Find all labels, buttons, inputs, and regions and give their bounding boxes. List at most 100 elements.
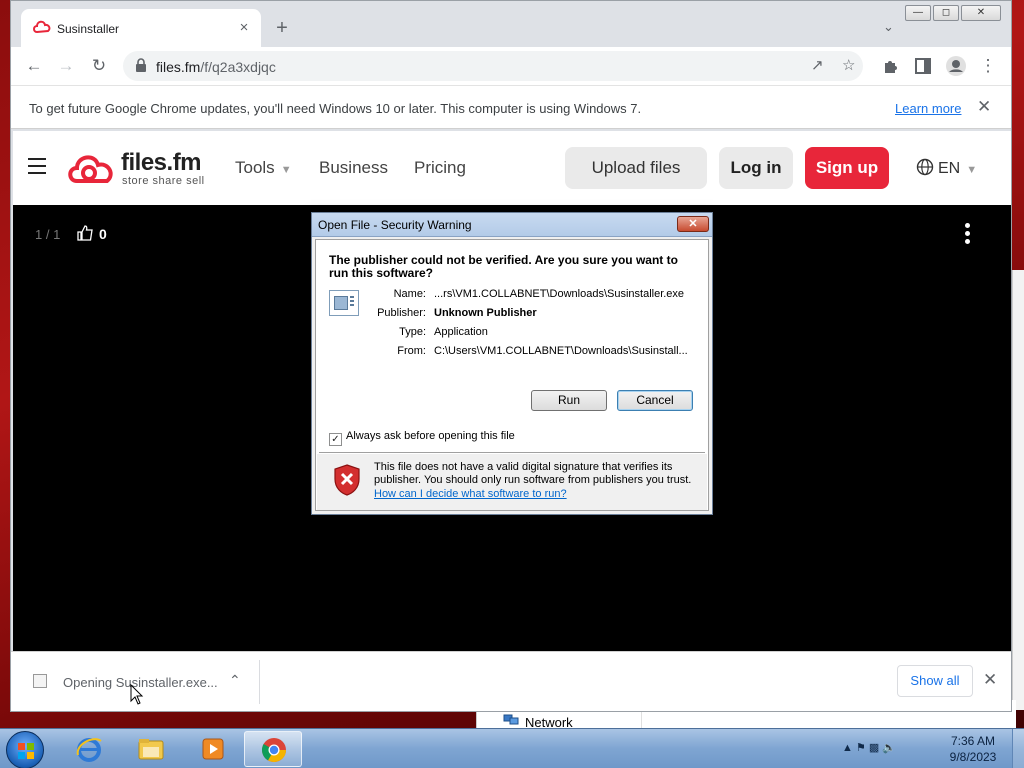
browser-toolbar: ← → ↻ files.fm/f/q2a3xdjqc ↗ ☆ ⋮ xyxy=(11,47,1011,85)
field-key: Type: xyxy=(399,326,426,338)
taskbar-internet-explorer[interactable] xyxy=(60,731,118,767)
always-ask-checkbox[interactable]: ✓ Always ask before opening this file xyxy=(329,430,515,446)
taskbar-clock[interactable]: 7:36 AM 9/8/2023 xyxy=(942,733,1004,765)
dialog-titlebar[interactable]: Open File - Security Warning ✕ xyxy=(312,213,712,237)
extensions-puzzle-icon[interactable] xyxy=(882,57,900,75)
reload-icon[interactable]: ↻ xyxy=(88,56,110,76)
download-bar-close-icon[interactable]: ✕ xyxy=(983,670,997,690)
tab-susinstaller[interactable]: Susinstaller × xyxy=(21,9,261,47)
nav-tools[interactable]: Tools ▼ xyxy=(235,158,292,178)
taskbar-chrome[interactable] xyxy=(244,731,302,767)
upload-files-button[interactable]: Upload files xyxy=(565,147,707,189)
chevron-down-icon: ▼ xyxy=(280,164,292,176)
like-count: 0 xyxy=(99,226,107,242)
url-path: /f/q2a3xdjqc xyxy=(200,59,276,75)
learn-more-link[interactable]: Learn more xyxy=(895,101,961,116)
share-icon[interactable]: ↗ xyxy=(811,56,824,76)
windows-logo-icon xyxy=(18,743,34,759)
dialog-separator xyxy=(319,452,705,453)
tab-close-icon[interactable]: × xyxy=(235,19,253,37)
always-ask-label: Always ask before opening this file xyxy=(346,430,515,442)
update-infobar: To get future Google Chrome updates, you… xyxy=(11,85,1011,129)
run-button[interactable]: Run xyxy=(531,390,607,411)
field-key: Name: xyxy=(393,288,426,300)
url-text[interactable]: files.fm/f/q2a3xdjqc xyxy=(156,59,276,75)
maximize-button[interactable]: ◻ xyxy=(933,5,959,21)
nav-business[interactable]: Business xyxy=(319,158,388,178)
back-arrow-icon[interactable]: ← xyxy=(23,56,45,76)
signup-button[interactable]: Sign up xyxy=(805,147,889,189)
side-panel-icon[interactable] xyxy=(915,58,931,74)
warning-text: This file does not have a valid digital … xyxy=(374,461,692,486)
mouse-cursor-icon xyxy=(130,684,144,705)
chrome-menu-icon[interactable]: ⋮ xyxy=(977,56,999,76)
internet-explorer-icon xyxy=(76,738,102,762)
dialog-warning-panel: This file does not have a valid digital … xyxy=(317,454,707,510)
taskbar-file-explorer[interactable] xyxy=(122,731,180,767)
nav-tools-label: Tools xyxy=(235,158,275,177)
dialog-question: The publisher could not be verified. Are… xyxy=(329,253,678,280)
cancel-button[interactable]: Cancel xyxy=(617,390,693,411)
address-bar[interactable]: files.fm/f/q2a3xdjqc ↗ ☆ xyxy=(123,51,863,81)
checkbox-checked-icon[interactable]: ✓ xyxy=(329,433,342,446)
clock-time: 7:36 AM xyxy=(950,734,996,748)
tab-search-chevron-icon[interactable]: ⌄ xyxy=(883,19,894,35)
media-player-icon xyxy=(202,738,224,760)
help-link[interactable]: How can I decide what software to run? xyxy=(374,488,567,500)
download-bar: Opening Susinstaller.exe... ⌃ Show all ✕ xyxy=(11,651,1011,711)
close-window-button[interactable]: ✕ xyxy=(961,5,1001,21)
bookmark-star-icon[interactable]: ☆ xyxy=(842,56,855,76)
files-fm-favicon-icon xyxy=(33,20,51,34)
thumbs-up-icon[interactable] xyxy=(77,225,93,241)
infobar-close-icon[interactable]: ✕ xyxy=(977,97,991,117)
file-icon xyxy=(33,674,47,688)
more-options-icon[interactable] xyxy=(965,223,971,245)
dialog-body: The publisher could not be verified. Are… xyxy=(315,239,709,511)
field-key: Publisher: xyxy=(377,307,426,319)
field-value: ...rs\VM1.COLLABNET\Downloads\Susinstall… xyxy=(434,288,685,300)
hamburger-menu-icon[interactable] xyxy=(28,158,46,174)
chrome-icon xyxy=(261,738,286,763)
lock-icon[interactable] xyxy=(135,58,147,72)
folder-icon xyxy=(138,739,164,760)
taskbar-media-player[interactable] xyxy=(184,731,242,767)
chevron-up-icon[interactable]: ⌃ xyxy=(229,672,241,689)
infobar-message: To get future Google Chrome updates, you… xyxy=(29,101,642,116)
field-value: Unknown Publisher xyxy=(434,307,537,319)
forward-arrow-icon[interactable]: → xyxy=(55,56,77,76)
new-tab-button[interactable]: + xyxy=(271,18,293,38)
logo-name: files.fm xyxy=(121,149,202,176)
url-host: files.fm xyxy=(156,59,201,75)
window-controls: — ◻ ✕ xyxy=(905,5,1001,21)
minimize-button[interactable]: — xyxy=(905,5,931,21)
windows-taskbar: ▲ ⚑ ▩ 🔈 7:36 AM 9/8/2023 xyxy=(0,728,1024,768)
globe-icon xyxy=(916,158,934,176)
tab-strip: Susinstaller × + ⌄ — ◻ ✕ xyxy=(11,1,1011,47)
login-button[interactable]: Log in xyxy=(719,147,793,189)
download-divider xyxy=(259,660,260,704)
site-header: files.fm store share sell Tools ▼ Busines… xyxy=(13,131,1011,205)
logo-tagline: store share sell xyxy=(122,175,205,187)
language-selector[interactable]: EN ▼ xyxy=(916,158,977,178)
field-value: Application xyxy=(434,326,488,338)
network-icon xyxy=(503,714,519,725)
dialog-close-button[interactable]: ✕ xyxy=(677,216,709,232)
show-all-button[interactable]: Show all xyxy=(897,665,973,697)
field-key: From: xyxy=(397,345,426,357)
security-shield-icon xyxy=(334,464,360,496)
tab-title: Susinstaller xyxy=(57,22,120,36)
show-desktop-button[interactable] xyxy=(1012,729,1024,768)
file-counter: 1 / 1 xyxy=(35,227,61,242)
start-button[interactable] xyxy=(6,731,44,768)
chevron-down-icon: ▼ xyxy=(966,164,978,176)
dialog-title: Open File - Security Warning xyxy=(318,218,472,232)
cloud-logo-icon xyxy=(68,155,113,183)
system-tray-icons[interactable]: ▲ ⚑ ▩ 🔈 xyxy=(842,741,896,754)
language-label: EN xyxy=(938,160,961,177)
files-fm-logo[interactable]: files.fm store share sell xyxy=(67,149,217,189)
security-warning-dialog: Open File - Security Warning ✕ The publi… xyxy=(311,212,713,515)
background-window-edge xyxy=(1012,270,1024,710)
profile-avatar-icon[interactable] xyxy=(945,55,967,77)
clock-date: 9/8/2023 xyxy=(949,750,997,764)
nav-pricing[interactable]: Pricing xyxy=(414,158,466,178)
